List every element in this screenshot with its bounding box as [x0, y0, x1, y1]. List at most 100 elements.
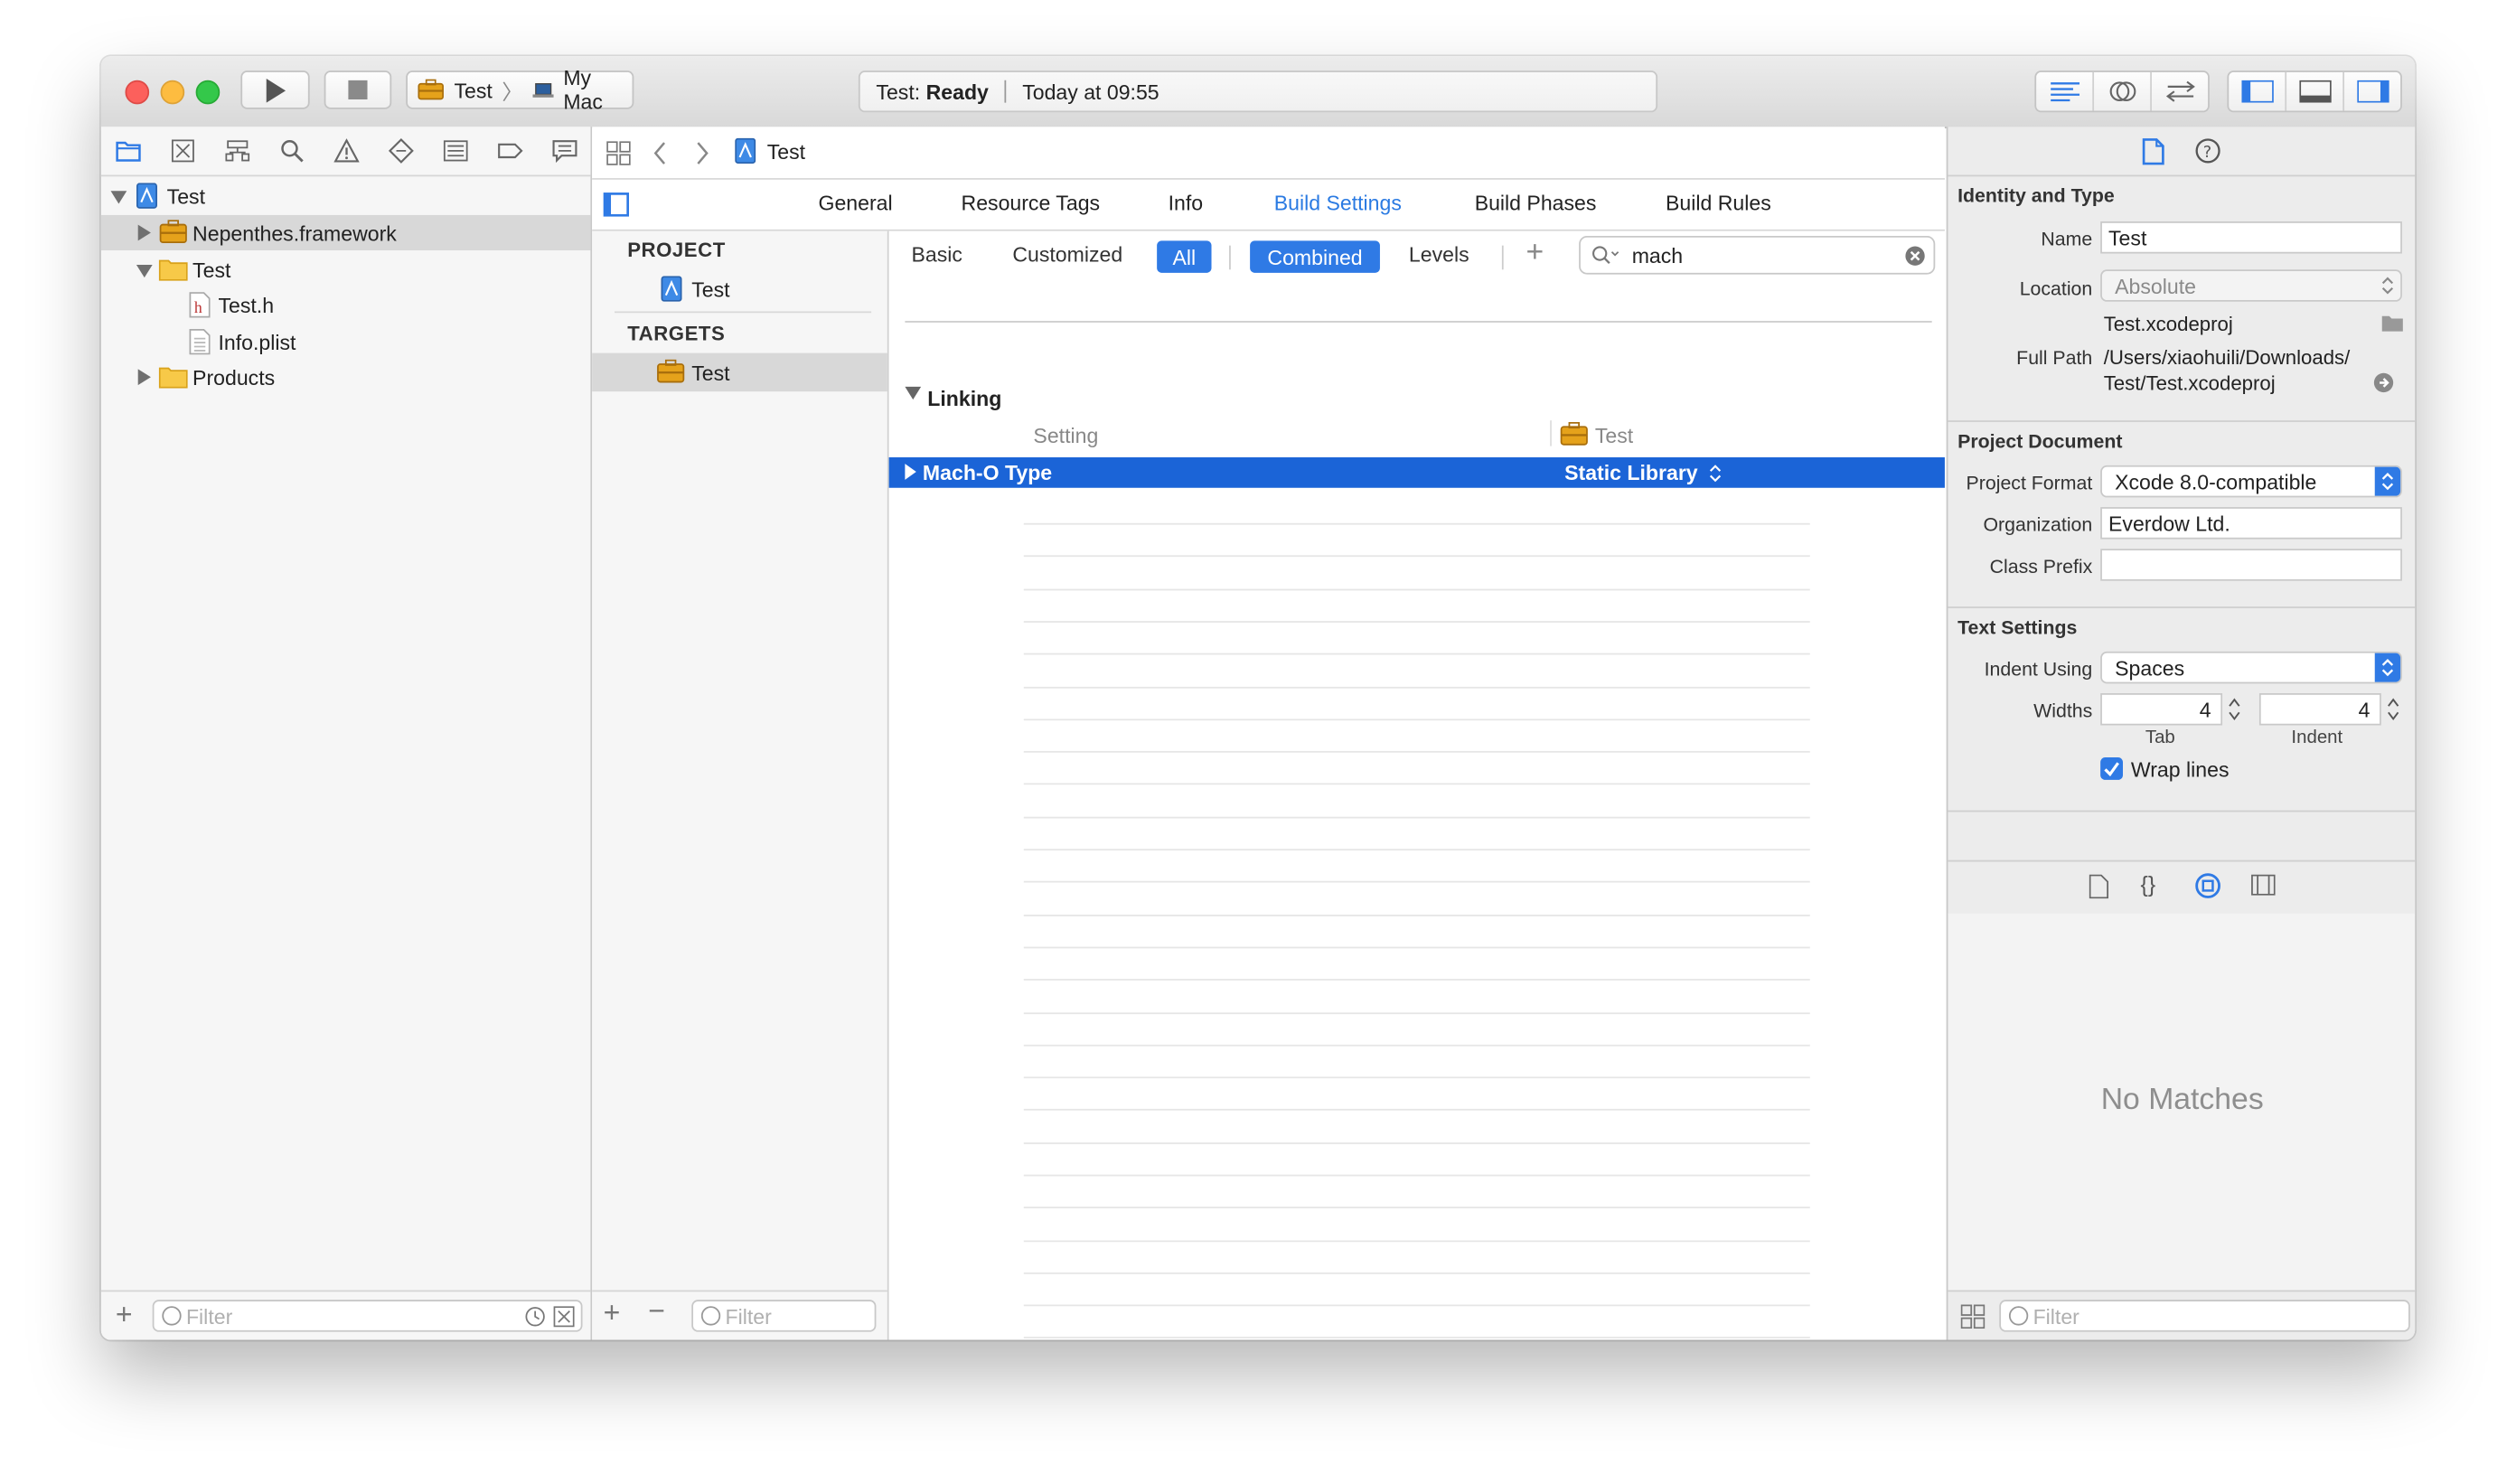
remove-target-icon[interactable]: −: [648, 1295, 665, 1329]
navigator-filter-field[interactable]: Filter: [152, 1300, 583, 1332]
disclosure-closed-icon[interactable]: [905, 464, 916, 480]
filter-basic[interactable]: Basic: [911, 242, 962, 267]
setting-value[interactable]: Static Library: [1564, 461, 1698, 485]
library-filter-field[interactable]: Filter: [1999, 1300, 2410, 1332]
scheme-selector[interactable]: Test 〉 My Mac: [406, 66, 634, 114]
class-prefix-field[interactable]: [2100, 549, 2402, 581]
tab-info[interactable]: Info: [1169, 191, 1204, 215]
toggle-navigator-button[interactable]: [2229, 71, 2287, 111]
related-items-grid-icon[interactable]: [606, 141, 631, 165]
organization-field[interactable]: Everdow Ltd.: [2100, 507, 2402, 540]
find-icon[interactable]: [279, 138, 305, 164]
report-icon[interactable]: [552, 138, 577, 164]
back-chevron-icon[interactable]: [653, 141, 668, 165]
project-format-popup[interactable]: Xcode 8.0-compatible: [2100, 465, 2402, 498]
inspector-selector-bar: ?: [1948, 127, 2416, 177]
tab-width-field[interactable]: 4: [2100, 693, 2223, 726]
row-guide-line: [1023, 979, 1810, 981]
tree-item-test-h[interactable]: h Test.h: [101, 287, 591, 323]
tab-build-phases[interactable]: Build Phases: [1475, 191, 1597, 215]
view-levels[interactable]: Levels: [1409, 242, 1469, 267]
disclosure-closed-icon[interactable]: [137, 224, 151, 241]
disclosure-open-icon[interactable]: [905, 386, 922, 400]
add-icon[interactable]: +: [116, 1298, 133, 1331]
format-label: Project Format: [1966, 472, 2093, 494]
tab-width-stepper-icon[interactable]: [2227, 695, 2241, 724]
settings-search-field[interactable]: mach: [1579, 236, 1936, 275]
forward-chevron-icon[interactable]: [695, 141, 709, 165]
warning-icon[interactable]: [333, 138, 360, 164]
zoom-window-button[interactable]: [195, 80, 221, 105]
tree-item-framework[interactable]: Nepenthes.framework: [100, 214, 591, 250]
add-setting-icon[interactable]: +: [1526, 236, 1544, 271]
row-guide-line: [1023, 1174, 1810, 1177]
assistant-editor-button[interactable]: [2094, 71, 2152, 111]
grid-view-icon[interactable]: [1960, 1304, 1986, 1329]
minimize-window-button[interactable]: [160, 80, 185, 105]
choose-folder-icon[interactable]: [2381, 315, 2404, 333]
target-item[interactable]: Test: [592, 352, 887, 392]
setting-row-mach-o-type[interactable]: Mach-O Type Static Library: [888, 457, 1945, 488]
show-targets-list-icon[interactable]: [603, 193, 629, 217]
updown-arrows-icon: [2381, 658, 2394, 677]
tab-build-settings[interactable]: Build Settings: [1274, 191, 1402, 215]
media-library-icon[interactable]: [2251, 874, 2276, 896]
stop-button[interactable]: [324, 70, 392, 109]
class-prefix-label: Class Prefix: [1989, 555, 2093, 578]
object-library-icon[interactable]: [2195, 873, 2220, 898]
row-guide-line: [1023, 555, 1810, 558]
view-combined[interactable]: Combined: [1250, 240, 1380, 273]
close-window-button[interactable]: [125, 80, 150, 105]
arrows-swap-icon: [2165, 80, 2195, 102]
tree-item-test-group[interactable]: Test: [101, 252, 591, 287]
folder-navigator-icon[interactable]: [116, 138, 141, 164]
indent-width-stepper-icon[interactable]: [2386, 695, 2400, 724]
recent-clock-icon[interactable]: [525, 1306, 546, 1327]
filter-placeholder: Filter: [2033, 1303, 2079, 1329]
source-control-filter-icon[interactable]: [553, 1306, 575, 1328]
indent-caption: Indent: [2291, 728, 2343, 748]
indent-using-popup[interactable]: Spaces: [2100, 651, 2402, 684]
add-target-icon[interactable]: +: [604, 1297, 621, 1330]
code-snippet-icon[interactable]: {}: [2141, 871, 2156, 897]
section-linking[interactable]: Linking: [927, 387, 1001, 411]
indent-width-field[interactable]: 4: [2258, 693, 2381, 726]
targets-filter-field[interactable]: Filter: [691, 1300, 877, 1332]
tree-item-products[interactable]: Products: [101, 360, 591, 395]
test-diamond-icon[interactable]: [388, 137, 414, 164]
disclosure-open-icon[interactable]: [136, 264, 153, 278]
file-template-icon[interactable]: [2089, 874, 2109, 899]
version-editor-button[interactable]: [2152, 72, 2208, 111]
toggle-debug-area-button[interactable]: [2286, 71, 2345, 111]
tab-general[interactable]: General: [819, 191, 893, 215]
tab-build-rules[interactable]: Build Rules: [1666, 191, 1771, 215]
reveal-in-finder-icon[interactable]: [2373, 372, 2394, 393]
name-field[interactable]: Test: [2100, 221, 2402, 254]
row-guide-line: [1023, 1207, 1810, 1208]
quick-help-icon[interactable]: ?: [2195, 138, 2220, 164]
breakpoint-icon[interactable]: [497, 138, 523, 164]
tree-item-project[interactable]: Test: [101, 178, 591, 213]
filter-customized[interactable]: Customized: [1012, 242, 1122, 267]
debug-list-icon[interactable]: [443, 138, 468, 164]
source-control-icon[interactable]: [170, 138, 195, 164]
disclosure-open-icon[interactable]: [110, 191, 127, 204]
hierarchy-icon[interactable]: [225, 138, 250, 164]
name-value: Test: [2108, 225, 2147, 250]
jump-bar-crumb[interactable]: Test: [767, 139, 805, 164]
run-button[interactable]: [240, 70, 310, 109]
stepper-updown-icon[interactable]: [1709, 464, 1722, 483]
file-inspector-icon[interactable]: [2142, 138, 2164, 165]
wrap-lines-checkbox[interactable]: [2100, 757, 2123, 780]
toggle-inspector-button[interactable]: [2344, 72, 2400, 111]
library-selector-bar: {}: [1948, 859, 2416, 916]
location-popup[interactable]: Absolute: [2100, 269, 2402, 302]
disclosure-closed-icon[interactable]: [137, 369, 151, 386]
tree-item-info-plist[interactable]: Info.plist: [101, 324, 591, 360]
tab-resource-tags[interactable]: Resource Tags: [962, 191, 1101, 215]
project-item[interactable]: Test: [592, 269, 887, 308]
filter-all[interactable]: All: [1157, 240, 1212, 273]
standard-editor-button[interactable]: [2036, 71, 2095, 111]
clear-search-icon[interactable]: [1905, 246, 1926, 267]
activity-viewer: Test: Ready Today at 09:55: [858, 70, 1658, 113]
